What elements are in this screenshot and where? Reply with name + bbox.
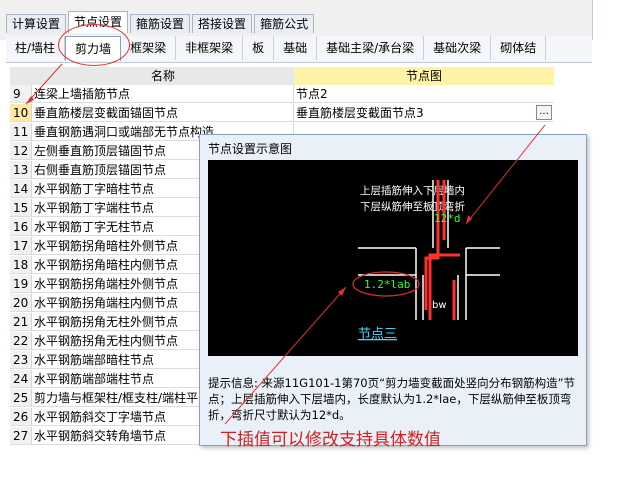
row-number: 16 (10, 218, 32, 236)
row-number: 27 (10, 427, 32, 445)
subtab-masonry[interactable]: 砌体结 (491, 36, 547, 60)
ellipsis-button[interactable]: ... (536, 105, 552, 120)
row-number: 18 (10, 256, 32, 274)
node-drawing: 上层插筋伸入下层墙内 下层纵筋伸至板顶弯折 12*d 1.2*lab bw 节点… (352, 180, 500, 342)
tip-area: 提示信息: 来源11G101-1第70页“剪力墙变截面处竖向分布钢筋构造”节点；… (208, 375, 580, 423)
window: 计算设置 节点设置 箍筋设置 搭接设置 箍筋公式 柱/墙柱 剪力墙 框架梁 非框… (0, 0, 622, 498)
row-name-cell[interactable]: 连梁上墙插筋节点 (32, 85, 294, 103)
tab-stirrup-formula[interactable]: 箍筋公式 (254, 14, 315, 33)
row-number: 14 (10, 180, 32, 198)
subtab-column[interactable]: 柱/墙柱 (6, 36, 66, 60)
tab-stirrup-settings[interactable]: 箍筋设置 (130, 14, 191, 33)
tab-highlight-ellipse (58, 24, 130, 66)
row-name-cell[interactable]: 垂直筋楼层变截面锚固节点 (32, 104, 294, 122)
node-diagram-dialog: 节点设置示意图 上层插筋伸入下层墙内 下层纵筋伸至板顶弯折 12*d 1.2*l… (199, 134, 587, 446)
dim-12d: 12*d (434, 212, 461, 225)
row-node-cell[interactable]: 垂直筋楼层变截面节点3 (294, 104, 554, 122)
diagram-canvas: 上层插筋伸入下层墙内 下层纵筋伸至板顶弯折 12*d 1.2*lab bw 节点… (208, 160, 578, 356)
row-number: 21 (10, 313, 32, 331)
subtab-foundation[interactable]: 基础 (274, 36, 318, 60)
row-number: 9 (10, 85, 32, 103)
row-number: 25 (10, 389, 32, 407)
header-name[interactable]: 名称 (32, 67, 294, 86)
dialog-title: 节点设置示意图 (208, 142, 293, 156)
header-node[interactable]: 节点图 (294, 67, 554, 86)
table-row[interactable]: 9 连梁上墙插筋节点 节点2 (10, 85, 554, 103)
subtab-foundation-main-beam[interactable]: 基础主梁/承台梁 (317, 36, 425, 60)
tab-calc-settings[interactable]: 计算设置 (6, 14, 67, 33)
tab-lap-settings[interactable]: 搭接设置 (192, 14, 253, 33)
table-row[interactable]: 10 垂直筋楼层变截面锚固节点 垂直筋楼层变截面节点3... (10, 104, 554, 122)
subtab-nonframe-beam[interactable]: 非框架梁 (176, 36, 244, 60)
subtab-slab[interactable]: 板 (243, 36, 275, 60)
row-number: 24 (10, 370, 32, 388)
row-number: 22 (10, 332, 32, 350)
row-number: 26 (10, 408, 32, 426)
row-number: 11 (10, 123, 32, 141)
row-number: 19 (10, 275, 32, 293)
row-node-cell[interactable]: 节点2 (294, 85, 554, 103)
row-number: 10 (10, 104, 32, 122)
row-number: 13 (10, 161, 32, 179)
row-number: 17 (10, 237, 32, 255)
dim-lab: 1.2*lab (364, 278, 410, 291)
dim-bw: bw (432, 300, 447, 311)
drawing-note-1: 上层插筋伸入下层墙内 (360, 184, 465, 197)
drawing-caption: 节点三 (358, 327, 397, 342)
row-number: 15 (10, 199, 32, 217)
row-number: 20 (10, 294, 32, 312)
row-number: 12 (10, 142, 32, 160)
row-number: 23 (10, 351, 32, 369)
subtab-foundation-secondary-beam[interactable]: 基础次梁 (424, 36, 492, 60)
tip-label: 提示信息: (208, 376, 258, 390)
annotation-text: 下插值可以修改支持具体数值 (220, 430, 441, 450)
header-blank (10, 67, 32, 86)
top-tabs: 计算设置 节点设置 箍筋设置 搭接设置 箍筋公式 (6, 11, 316, 34)
tip-text: 来源11G101-1第70页“剪力墙变截面处竖向分布钢筋构造”节点；上层插筋伸入… (208, 376, 576, 422)
